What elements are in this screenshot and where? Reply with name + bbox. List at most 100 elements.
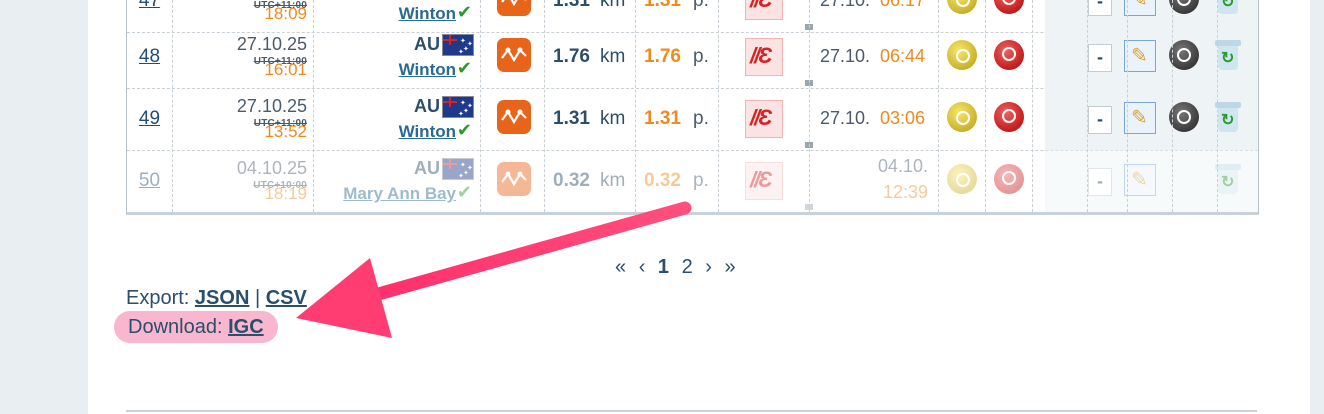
tools-cell: - ✎ ↻	[1045, 26, 1258, 88]
gold-medal-icon[interactable]	[947, 40, 977, 70]
minus-button[interactable]: -	[1088, 44, 1112, 72]
column-divider	[1172, 0, 1173, 212]
column-divider	[544, 0, 545, 212]
minus-button[interactable]: -	[1088, 0, 1112, 16]
landing-time: 06:17	[880, 0, 926, 10]
flight-track-icon[interactable]	[497, 100, 531, 134]
site-link[interactable]: Winton	[399, 122, 456, 142]
checkmark-icon: ✔	[456, 2, 472, 22]
date-cell: 27.10.25 13:52 UTC+11:00	[173, 88, 313, 150]
export-csv-link[interactable]: CSV	[266, 287, 307, 309]
red-search-icon[interactable]	[994, 164, 1024, 194]
flight-track-icon[interactable]	[497, 38, 531, 72]
route-map-icon[interactable]: //Ɛ	[745, 0, 783, 20]
flight-number-link[interactable]: 48	[139, 46, 160, 67]
date-cell: 04.10.25 18:19 UTC+10:00	[173, 150, 313, 212]
flight-date: 27.10.25	[236, 34, 307, 54]
landing-time: 06:44	[880, 46, 926, 66]
export-json-link[interactable]: JSON	[195, 287, 249, 309]
points-value: 1.31	[644, 0, 681, 11]
flight-track-icon[interactable]	[497, 0, 531, 16]
points-cell: 1.31 p.	[636, 88, 718, 150]
minus-button[interactable]: -	[1088, 106, 1112, 134]
site-cell: AU ✦ ✦ ✦ ✦ Winton ✔	[314, 88, 480, 150]
edit-pencil-icon[interactable]: ✎	[1124, 102, 1156, 134]
download-igc-link[interactable]: IGC	[228, 316, 264, 338]
distance-value: 1.76	[553, 46, 590, 67]
prev-page-button[interactable]: ‹	[639, 256, 646, 279]
red-search-icon[interactable]	[994, 102, 1024, 132]
edit-pencil-icon[interactable]: ✎	[1124, 40, 1156, 72]
distance-cell: 1.31 km	[545, 88, 635, 150]
country-code: AU	[414, 34, 440, 54]
recycle-bin-icon[interactable]: ↻	[1215, 38, 1243, 72]
column-divider	[985, 0, 986, 212]
page-2-link[interactable]: 2	[682, 256, 693, 279]
minus-button[interactable]: -	[1088, 168, 1112, 196]
last-page-button[interactable]: »	[725, 256, 736, 279]
column-divider	[718, 0, 719, 212]
checkmark-icon: ✔	[456, 58, 472, 78]
points-unit: p.	[693, 0, 709, 11]
distance-cell: 1.76 km	[545, 26, 635, 88]
distance-value: 1.31	[553, 108, 590, 129]
distance-value: 0.32	[553, 170, 590, 191]
landing-date: 04.10.	[877, 156, 928, 176]
date-cell: 27.10.25 16:01 UTC+11:00	[173, 26, 313, 88]
points-value: 1.76	[644, 46, 681, 67]
table-row: 49 27.10.25 13:52 UTC+11:00 AU ✦ ✦ ✦ ✦ Wint…	[127, 88, 1258, 151]
points-cell: 1.76 p.	[636, 26, 718, 88]
recycle-bin-icon[interactable]: ↻	[1215, 162, 1243, 196]
route-map-icon[interactable]: //Ɛ	[745, 38, 783, 76]
column-divider	[1127, 0, 1128, 212]
current-page: 1	[657, 256, 670, 278]
camera-icon[interactable]	[1169, 0, 1199, 14]
timezone-label: UTC+11:00	[253, 0, 307, 11]
distance-value: 1.31	[553, 0, 590, 11]
country-code: AU	[414, 96, 440, 116]
points-value: 0.32	[644, 170, 681, 191]
distance-unit: km	[600, 108, 626, 129]
site-link[interactable]: Mary Ann Bay	[343, 184, 456, 204]
first-page-button[interactable]: «	[615, 256, 626, 279]
flights-table: 47 18:09 UTC+11:00 ✦✦✦✦ Winton ✔	[126, 0, 1259, 215]
site-link[interactable]: Winton	[399, 4, 456, 24]
timezone-label: UTC+11:00	[253, 56, 307, 67]
footer-divider	[126, 410, 1257, 412]
red-search-icon[interactable]	[994, 40, 1024, 70]
camera-icon[interactable]	[1169, 102, 1199, 132]
australia-flag-icon: ✦ ✦ ✦ ✦	[442, 158, 474, 180]
landing-date: 27.10.	[820, 108, 871, 128]
flight-number-link[interactable]: 47	[139, 0, 160, 11]
gold-medal-icon[interactable]	[947, 102, 977, 132]
gold-medal-icon[interactable]	[947, 0, 977, 14]
flight-type-cell	[481, 88, 544, 150]
red-search-icon[interactable]	[994, 0, 1024, 14]
row-number-cell: 50	[127, 150, 172, 212]
edit-pencil-icon[interactable]: ✎	[1124, 164, 1156, 196]
next-page-button[interactable]: ›	[705, 256, 712, 279]
column-divider	[1032, 0, 1033, 212]
recycle-bin-icon[interactable]: ↻	[1215, 0, 1243, 16]
export-links: Export: JSON | CSV	[126, 287, 307, 310]
flight-number-link[interactable]: 50	[139, 170, 160, 191]
gold-cell	[939, 150, 985, 212]
flight-type-cell	[481, 150, 544, 212]
points-cell: 0.32 p.	[636, 150, 718, 212]
edit-pencil-icon[interactable]: ✎	[1124, 0, 1156, 16]
flight-number-link[interactable]: 49	[139, 108, 160, 129]
flight-track-icon[interactable]	[497, 162, 531, 196]
route-map-icon[interactable]: //Ɛ	[745, 162, 783, 200]
route-cell: //Ɛ	[719, 88, 813, 150]
camera-icon[interactable]	[1169, 40, 1199, 70]
route-map-icon[interactable]: //Ɛ	[745, 100, 783, 138]
column-divider	[809, 0, 810, 212]
recycle-bin-icon[interactable]: ↻	[1215, 100, 1243, 134]
export-separator: |	[254, 287, 261, 309]
flight-date: 04.10.25	[236, 158, 307, 178]
distance-cell: 0.32 km	[545, 150, 635, 212]
site-link[interactable]: Winton	[399, 60, 456, 80]
gold-medal-icon[interactable]	[947, 164, 977, 194]
export-label: Export:	[126, 287, 190, 309]
distance-unit: km	[600, 170, 626, 191]
